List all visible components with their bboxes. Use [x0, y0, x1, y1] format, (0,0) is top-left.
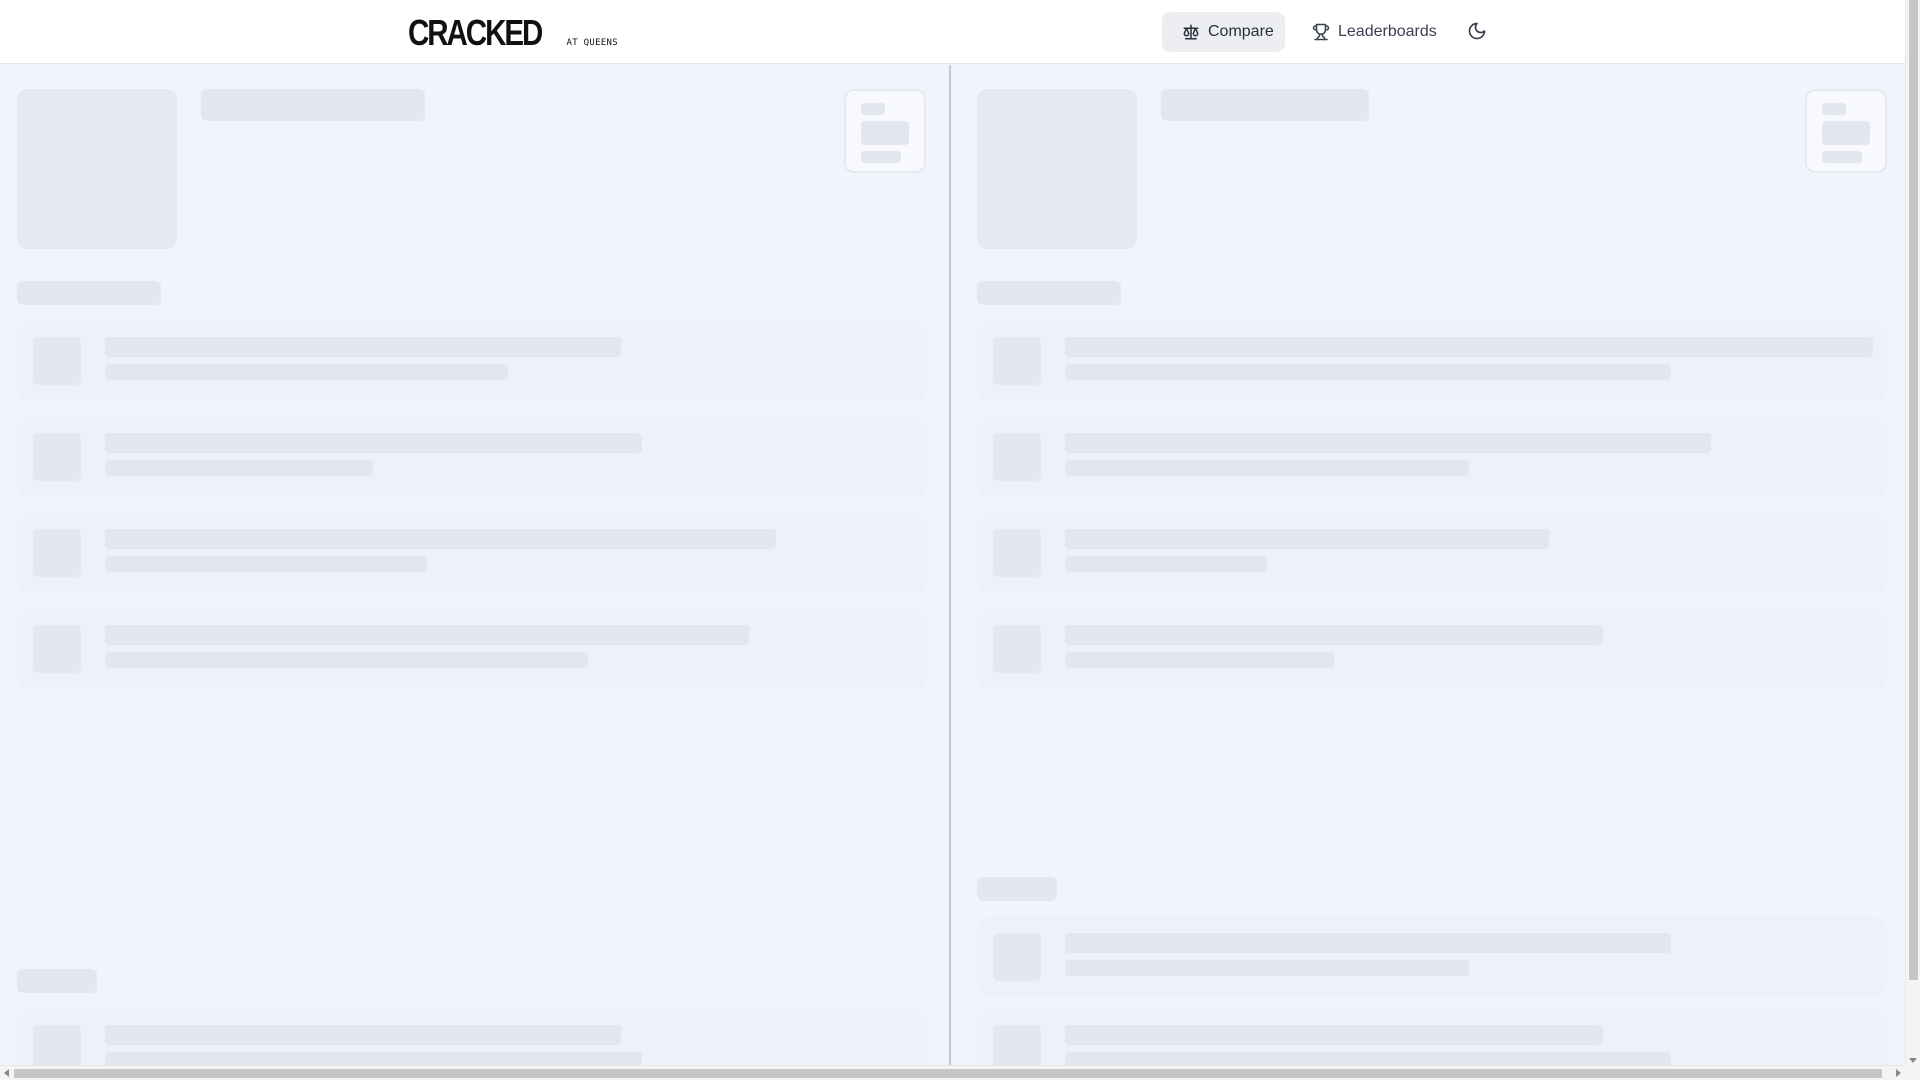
scroll-right-arrow-icon[interactable]	[1896, 1069, 1901, 1077]
scroll-down-arrow-icon[interactable]	[1909, 1058, 1917, 1063]
logo-wordmark: CRACKED	[408, 12, 543, 53]
list-item-skeleton	[977, 917, 1887, 997]
avatar-skeleton	[977, 89, 1137, 249]
section-heading-skeleton	[17, 281, 161, 305]
scale-icon	[1182, 23, 1200, 41]
moon-icon	[1467, 22, 1487, 45]
list-item-skeleton	[977, 417, 1887, 497]
list-item-skeleton	[977, 321, 1887, 401]
top-navigation-bar: CRACKED AT QUEENS Compare Leaderboards	[0, 0, 1905, 64]
vertical-scrollbar[interactable]	[1905, 0, 1920, 1065]
score-card-skeleton	[1805, 89, 1887, 173]
leaderboards-nav-button[interactable]: Leaderboards	[1302, 12, 1452, 52]
list-item-skeleton	[17, 417, 927, 497]
scrollbar-corner	[1905, 1065, 1920, 1080]
avatar-skeleton	[17, 89, 177, 249]
site-logo[interactable]: CRACKED AT QUEENS	[408, 12, 618, 53]
section-heading-skeleton	[977, 281, 1121, 305]
list-item-skeleton	[17, 609, 927, 689]
compare-label: Compare	[1208, 23, 1274, 40]
name-skeleton	[201, 89, 425, 121]
horizontal-scrollbar[interactable]	[0, 1065, 1905, 1080]
list-item-skeleton	[17, 321, 927, 401]
section-heading-skeleton	[977, 877, 1057, 901]
vertical-scroll-thumb[interactable]	[1909, 0, 1918, 980]
list-item-skeleton	[977, 609, 1887, 689]
dark-mode-toggle[interactable]	[1467, 21, 1489, 43]
score-card-skeleton	[844, 89, 926, 173]
list-item-skeleton	[977, 513, 1887, 593]
logo-tagline: AT QUEENS	[566, 38, 618, 48]
list-item-skeleton	[17, 513, 927, 593]
section-heading-skeleton	[17, 969, 97, 993]
name-skeleton	[1161, 89, 1369, 121]
scroll-left-arrow-icon[interactable]	[4, 1069, 9, 1077]
trophy-icon	[1312, 23, 1330, 41]
right-profile-panel	[953, 65, 1905, 1080]
left-profile-panel	[0, 65, 951, 1080]
leaderboards-label: Leaderboards	[1338, 23, 1437, 40]
horizontal-scroll-thumb[interactable]	[14, 1069, 1882, 1078]
compare-nav-button[interactable]: Compare	[1162, 12, 1285, 52]
